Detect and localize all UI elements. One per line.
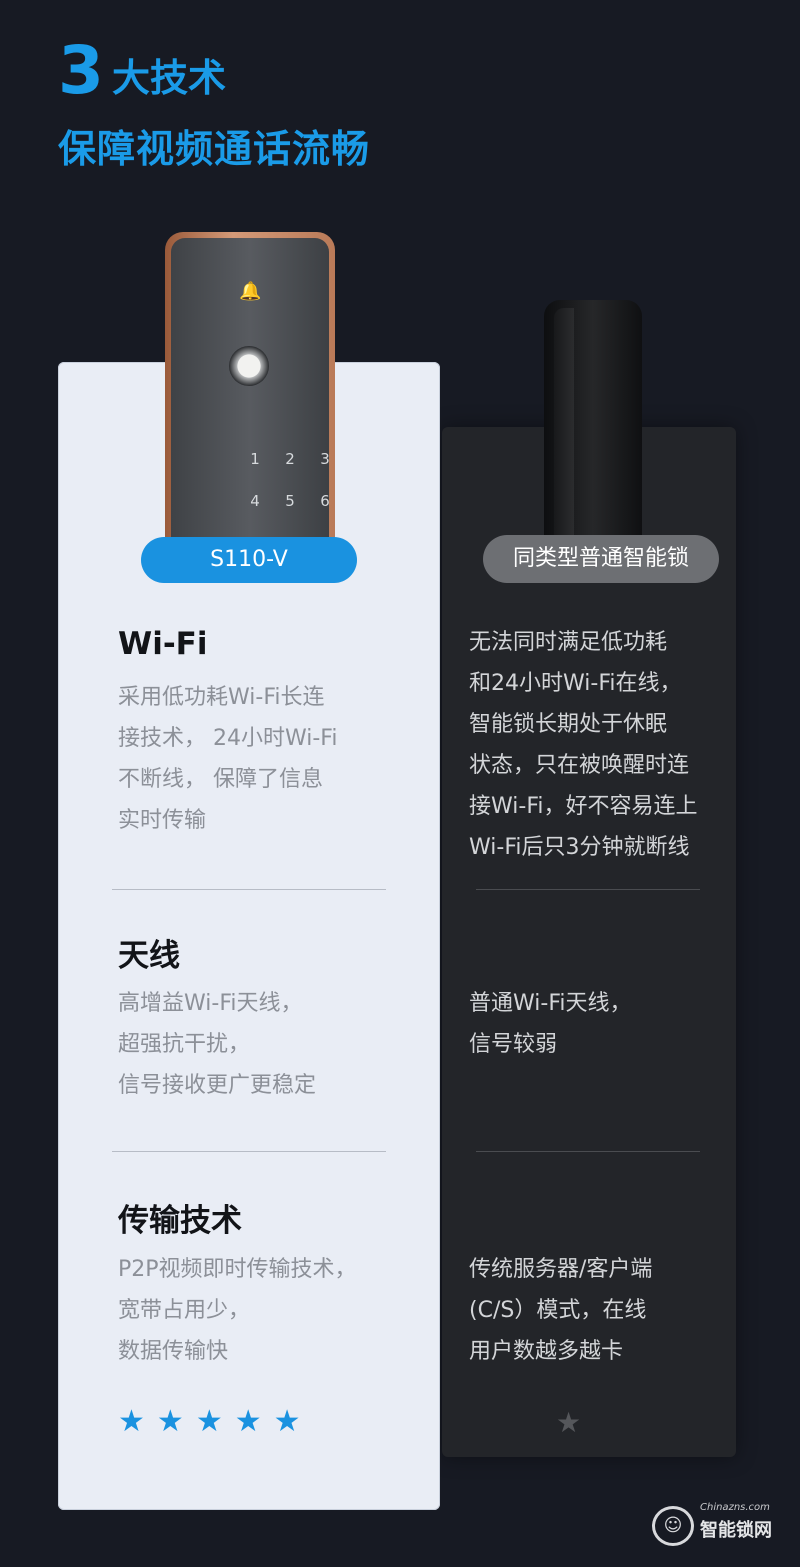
- star-icon: ★: [118, 1404, 145, 1439]
- divider: [476, 889, 700, 890]
- key: 5: [285, 492, 295, 510]
- generic-lock-image: [544, 300, 642, 548]
- watermark-logo-icon: ☺: [652, 1506, 694, 1546]
- key: 1: [250, 450, 260, 468]
- star-icon: ★: [234, 1404, 262, 1439]
- competitor-text-wifi: 无法同时满足低功耗 和24小时Wi-Fi在线， 智能锁长期处于休眠 状态，只在被…: [469, 630, 698, 860]
- key: 6: [320, 492, 330, 510]
- section-text-wifi: 采用低功耗Wi-Fi长连 接技术， 24小时Wi-Fi 不断线， 保障了信息 实…: [118, 685, 338, 833]
- star-icon: ★: [273, 1404, 301, 1439]
- headline-subtitle: 保障视频通话流畅: [58, 127, 371, 171]
- competitor-text-antenna: 普通Wi-Fi天线， 信号较弱: [469, 991, 632, 1057]
- product-model-badge: S110-V: [141, 537, 357, 583]
- headline-number: 3: [58, 32, 104, 109]
- doorbell-icon: 🔔: [239, 281, 262, 302]
- smart-lock-image: 🔔 1 2 3 4 5 6 7 8 9: [165, 232, 335, 552]
- section-title-antenna: 天线: [118, 938, 180, 974]
- watermark-url: Chinazns.com: [700, 1502, 770, 1513]
- section-title-transmission: 传输技术: [118, 1203, 242, 1239]
- competitor-badge: 同类型普通智能锁: [483, 535, 719, 583]
- watermark-name: 智能锁网: [700, 1520, 772, 1541]
- product-rating: ★ ★ ★ ★ ★: [118, 1407, 301, 1437]
- competitor-text-transmission: 传统服务器/客户端 (C/S）模式，在线 用户数越多越卡: [469, 1257, 653, 1364]
- camera-icon: [229, 346, 269, 386]
- watermark: ☺ Chinazns.com 智能锁网: [652, 1500, 772, 1558]
- section-title-wifi: Wi-Fi: [118, 626, 208, 662]
- divider: [112, 1151, 386, 1152]
- section-text-transmission: P2P视频即时传输技术， 宽带占用少， 数据传输快: [118, 1257, 357, 1364]
- key: 4: [250, 492, 260, 510]
- key: 2: [285, 450, 295, 468]
- star-icon: ★: [156, 1404, 184, 1439]
- divider: [112, 889, 386, 890]
- star-icon: ★: [195, 1404, 223, 1439]
- section-text-antenna: 高增益Wi-Fi天线， 超强抗干扰， 信号接收更广更稳定: [118, 991, 317, 1098]
- competitor-rating-star-icon: ★: [556, 1406, 582, 1439]
- key: 3: [320, 450, 330, 468]
- headline-suffix: 大技术: [111, 56, 226, 100]
- headline: 3 大技术 保障视频通话流畅: [58, 38, 370, 173]
- divider: [476, 1151, 700, 1152]
